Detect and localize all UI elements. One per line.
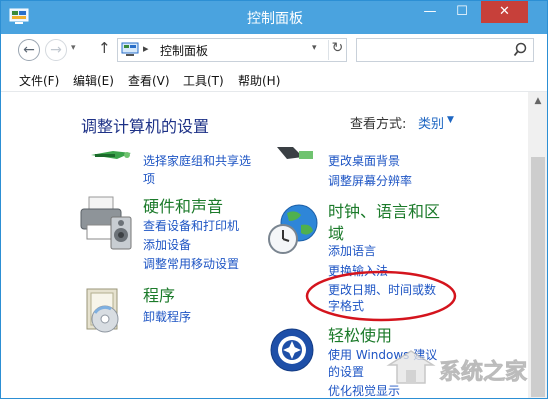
forward-button[interactable]: → [45, 39, 67, 61]
view-by-dropdown[interactable]: 类别 [418, 113, 444, 132]
minimize-button[interactable]: — [415, 1, 445, 23]
menu-tools[interactable]: 工具(T) [183, 72, 224, 89]
address-bar[interactable]: ▸ 控制面板 ▾ ↻ [117, 38, 347, 62]
recent-locations-dropdown[interactable]: ▾ [71, 43, 76, 53]
refresh-button[interactable]: ↻ [328, 40, 346, 60]
link-view-devices-printers[interactable]: 查看设备和打印机 [143, 217, 239, 236]
watermark-logo: 系统之家 [386, 350, 528, 385]
up-button[interactable]: ↑ [98, 39, 111, 57]
link-homegroup-sharing-cont[interactable]: 项 [143, 170, 155, 189]
globe-clock-icon[interactable] [267, 201, 323, 257]
watermark-text: 系统之家 [439, 359, 528, 385]
scroll-up-button[interactable]: ▲ [528, 92, 547, 110]
programs-icon[interactable] [81, 285, 131, 337]
menu-help[interactable]: 帮助(H) [238, 72, 280, 89]
ease-of-access-icon[interactable] [269, 327, 315, 373]
link-add-language[interactable]: 添加语言 [328, 242, 376, 261]
search-box[interactable] [356, 38, 534, 62]
link-windows-suggested-settings-cont[interactable]: 的设置 [328, 363, 364, 382]
title-bar[interactable]: 控制面板 — ☐ ✕ [1, 1, 547, 34]
homegroup-icon[interactable] [87, 145, 135, 163]
back-button[interactable]: ← [18, 39, 40, 61]
link-mobility-settings[interactable]: 调整常用移动设置 [143, 255, 239, 274]
menu-edit[interactable]: 编辑(E) [73, 72, 114, 89]
chevron-down-icon[interactable]: ▼ [447, 115, 454, 125]
control-panel-window: 控制面板 — ☐ ✕ ← → ▾ ↑ ▸ 控制面板 ▾ ↻ 文件(F) 编辑(E… [0, 0, 548, 399]
printer-icon[interactable] [79, 195, 135, 253]
search-icon[interactable] [513, 41, 531, 59]
address-dropdown-icon[interactable]: ▾ [312, 43, 317, 53]
category-hardware-sound[interactable]: 硬件和声音 [143, 196, 223, 218]
menu-view[interactable]: 查看(V) [128, 72, 170, 89]
category-clock-language-region[interactable]: 时钟、语言和区 [328, 201, 440, 223]
link-change-desktop-background[interactable]: 更改桌面背景 [328, 152, 400, 171]
menu-file[interactable]: 文件(F) [19, 72, 59, 89]
address-toolbar: ← → ▾ ↑ ▸ 控制面板 ▾ ↻ [1, 34, 547, 68]
search-input[interactable] [359, 41, 509, 59]
link-homegroup-sharing[interactable]: 选择家庭组和共享选 [143, 152, 251, 171]
page-title: 调整计算机的设置 [81, 117, 210, 136]
appearance-icon[interactable] [273, 145, 317, 163]
view-by-label: 查看方式: [350, 117, 407, 132]
highlight-annotation-ellipse [305, 270, 457, 322]
maximize-button[interactable]: ☐ [447, 1, 477, 23]
control-panel-icon [121, 42, 139, 56]
breadcrumb-control-panel[interactable]: 控制面板 [160, 42, 208, 59]
category-programs[interactable]: 程序 [143, 285, 175, 307]
link-screen-resolution[interactable]: 调整屏幕分辨率 [328, 172, 412, 191]
breadcrumb-separator-icon[interactable]: ▸ [143, 42, 149, 55]
close-button[interactable]: ✕ [481, 1, 528, 23]
menu-bar: 文件(F) 编辑(E) 查看(V) 工具(T) 帮助(H) [1, 68, 547, 92]
link-uninstall-program[interactable]: 卸载程序 [143, 308, 191, 327]
link-add-device[interactable]: 添加设备 [143, 236, 191, 255]
